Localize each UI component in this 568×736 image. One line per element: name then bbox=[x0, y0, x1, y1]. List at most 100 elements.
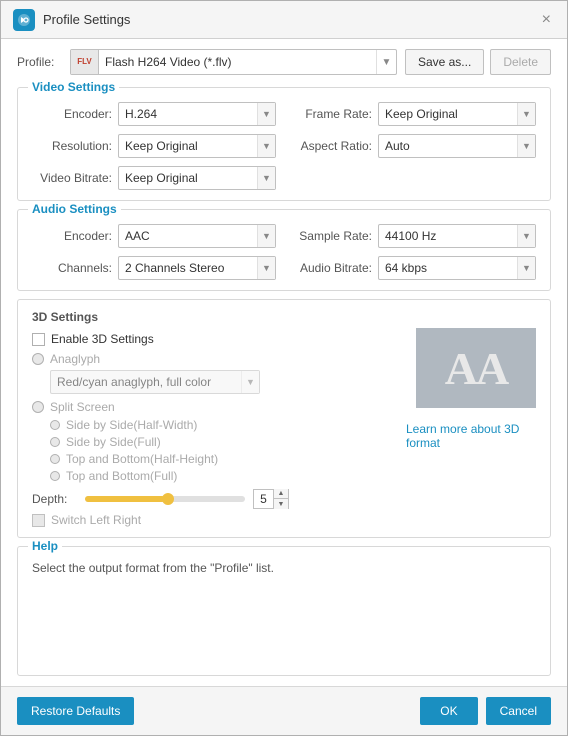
video-bitrate-value: Keep Original bbox=[119, 171, 257, 185]
anaglyph-arrow: ▼ bbox=[241, 371, 259, 393]
audio-encoder-row: Encoder: AAC ▼ bbox=[32, 224, 276, 248]
dialog-title: Profile Settings bbox=[43, 12, 130, 27]
preview-text: AA bbox=[445, 342, 507, 395]
switch-left-right-checkbox[interactable] bbox=[32, 514, 45, 527]
resolution-label: Resolution: bbox=[32, 139, 112, 153]
aspect-ratio-row: Aspect Ratio: Auto ▼ bbox=[292, 134, 536, 158]
split-opt-0: Side by Side(Half-Width) bbox=[50, 418, 396, 432]
main-content: Profile: FLV Flash H264 Video (*.flv) ▼ … bbox=[1, 39, 567, 686]
depth-value-control: 5 ▲ ▼ bbox=[253, 489, 289, 509]
app-icon bbox=[13, 9, 35, 31]
learn-more-link[interactable]: Learn more about 3D format bbox=[406, 422, 536, 450]
aspect-ratio-select[interactable]: Auto ▼ bbox=[378, 134, 536, 158]
audio-settings-title: Audio Settings bbox=[28, 202, 121, 216]
encoder-row: Encoder: H.264 ▼ bbox=[32, 102, 276, 126]
audio-bitrate-label: Audio Bitrate: bbox=[292, 261, 372, 275]
framerate-label: Frame Rate: bbox=[292, 107, 372, 121]
close-button[interactable]: × bbox=[538, 10, 555, 30]
audio-bitrate-select[interactable]: 64 kbps ▼ bbox=[378, 256, 536, 280]
audio-encoder-label: Encoder: bbox=[32, 229, 112, 243]
cancel-button[interactable]: Cancel bbox=[486, 697, 551, 725]
depth-label: Depth: bbox=[32, 492, 77, 506]
video-settings-title: Video Settings bbox=[28, 80, 119, 94]
resolution-select[interactable]: Keep Original ▼ bbox=[118, 134, 276, 158]
audio-bitrate-value: 64 kbps bbox=[379, 261, 517, 275]
switch-left-right-label: Switch Left Right bbox=[51, 513, 141, 527]
profile-label: Profile: bbox=[17, 55, 62, 69]
depth-slider[interactable] bbox=[85, 496, 245, 502]
footer-right: OK Cancel bbox=[420, 697, 551, 725]
split-side-full-radio[interactable] bbox=[50, 437, 60, 447]
3d-left: Enable 3D Settings Anaglyph Red/cyan ana… bbox=[32, 332, 396, 527]
footer: Restore Defaults OK Cancel bbox=[1, 686, 567, 735]
split-top-full-radio[interactable] bbox=[50, 471, 60, 481]
enable-3d-checkbox[interactable] bbox=[32, 333, 45, 346]
enable-3d-row: Enable 3D Settings bbox=[32, 332, 396, 346]
encoder-value: H.264 bbox=[119, 107, 257, 121]
channels-arrow: ▼ bbox=[257, 257, 275, 279]
channels-label: Channels: bbox=[32, 261, 112, 275]
split-screen-label: Split Screen bbox=[50, 400, 115, 414]
3d-body: Enable 3D Settings Anaglyph Red/cyan ana… bbox=[32, 332, 536, 527]
audio-encoder-arrow: ▼ bbox=[257, 225, 275, 247]
split-side-full-label: Side by Side(Full) bbox=[66, 435, 161, 449]
profile-row: Profile: FLV Flash H264 Video (*.flv) ▼ … bbox=[17, 49, 551, 75]
switch-left-right-row: Switch Left Right bbox=[32, 513, 396, 527]
resolution-row: Resolution: Keep Original ▼ bbox=[32, 134, 276, 158]
split-opt-1: Side by Side(Full) bbox=[50, 435, 396, 449]
profile-select[interactable]: FLV Flash H264 Video (*.flv) ▼ bbox=[70, 49, 397, 75]
video-bitrate-label: Video Bitrate: bbox=[32, 171, 112, 185]
depth-spin-down[interactable]: ▼ bbox=[274, 499, 288, 509]
anaglyph-label: Anaglyph bbox=[50, 352, 100, 366]
video-bitrate-arrow: ▼ bbox=[257, 167, 275, 189]
delete-button[interactable]: Delete bbox=[490, 49, 551, 75]
profile-settings-dialog: Profile Settings × Profile: FLV Flash H2… bbox=[0, 0, 568, 736]
depth-slider-thumb[interactable] bbox=[162, 493, 174, 505]
profile-format-icon: FLV bbox=[71, 50, 99, 74]
split-opt-3: Top and Bottom(Full) bbox=[50, 469, 396, 483]
sample-rate-select[interactable]: 44100 Hz ▼ bbox=[378, 224, 536, 248]
channels-value: 2 Channels Stereo bbox=[119, 261, 257, 275]
anaglyph-radio[interactable] bbox=[32, 353, 44, 365]
split-side-half-label: Side by Side(Half-Width) bbox=[66, 418, 197, 432]
channels-select[interactable]: 2 Channels Stereo ▼ bbox=[118, 256, 276, 280]
split-screen-sub: Side by Side(Half-Width) Side by Side(Fu… bbox=[50, 418, 396, 483]
video-bitrate-select[interactable]: Keep Original ▼ bbox=[118, 166, 276, 190]
depth-spin-up[interactable]: ▲ bbox=[274, 489, 288, 499]
depth-row: Depth: 5 ▲ ▼ bbox=[32, 489, 396, 509]
sample-rate-value: 44100 Hz bbox=[379, 229, 517, 243]
split-screen-radio[interactable] bbox=[32, 401, 44, 413]
aspect-ratio-arrow: ▼ bbox=[517, 135, 535, 157]
audio-settings-section: Audio Settings Encoder: AAC ▼ Sample Rat… bbox=[17, 209, 551, 291]
encoder-label: Encoder: bbox=[32, 107, 112, 121]
encoder-arrow: ▼ bbox=[257, 103, 275, 125]
framerate-arrow: ▼ bbox=[517, 103, 535, 125]
video-bitrate-row: Video Bitrate: Keep Original ▼ bbox=[32, 166, 276, 190]
profile-actions: Save as... Delete bbox=[405, 49, 551, 75]
save-as-button[interactable]: Save as... bbox=[405, 49, 484, 75]
audio-settings-grid: Encoder: AAC ▼ Sample Rate: 44100 Hz ▼ C… bbox=[32, 224, 536, 280]
framerate-select[interactable]: Keep Original ▼ bbox=[378, 102, 536, 126]
anaglyph-select[interactable]: Red/cyan anaglyph, full color ▼ bbox=[50, 370, 260, 394]
split-top-half-radio[interactable] bbox=[50, 454, 60, 464]
help-title: Help bbox=[28, 539, 62, 553]
audio-encoder-select[interactable]: AAC ▼ bbox=[118, 224, 276, 248]
aspect-ratio-label: Aspect Ratio: bbox=[292, 139, 372, 153]
audio-bitrate-row: Audio Bitrate: 64 kbps ▼ bbox=[292, 256, 536, 280]
video-settings-grid: Encoder: H.264 ▼ Frame Rate: Keep Origin… bbox=[32, 102, 536, 190]
anaglyph-select-value: Red/cyan anaglyph, full color bbox=[51, 375, 241, 389]
title-bar: Profile Settings × bbox=[1, 1, 567, 39]
video-settings-section: Video Settings Encoder: H.264 ▼ Frame Ra… bbox=[17, 87, 551, 201]
framerate-value: Keep Original bbox=[379, 107, 517, 121]
restore-defaults-button[interactable]: Restore Defaults bbox=[17, 697, 134, 725]
audio-bitrate-arrow: ▼ bbox=[517, 257, 535, 279]
ok-button[interactable]: OK bbox=[420, 697, 477, 725]
split-side-half-radio[interactable] bbox=[50, 420, 60, 430]
profile-dropdown-arrow: ▼ bbox=[376, 50, 396, 74]
anaglyph-option: Anaglyph bbox=[32, 352, 396, 366]
sample-rate-label: Sample Rate: bbox=[292, 229, 372, 243]
encoder-select[interactable]: H.264 ▼ bbox=[118, 102, 276, 126]
split-top-full-label: Top and Bottom(Full) bbox=[66, 469, 177, 483]
split-opt-2: Top and Bottom(Half-Height) bbox=[50, 452, 396, 466]
help-text: Select the output format from the "Profi… bbox=[32, 561, 536, 575]
